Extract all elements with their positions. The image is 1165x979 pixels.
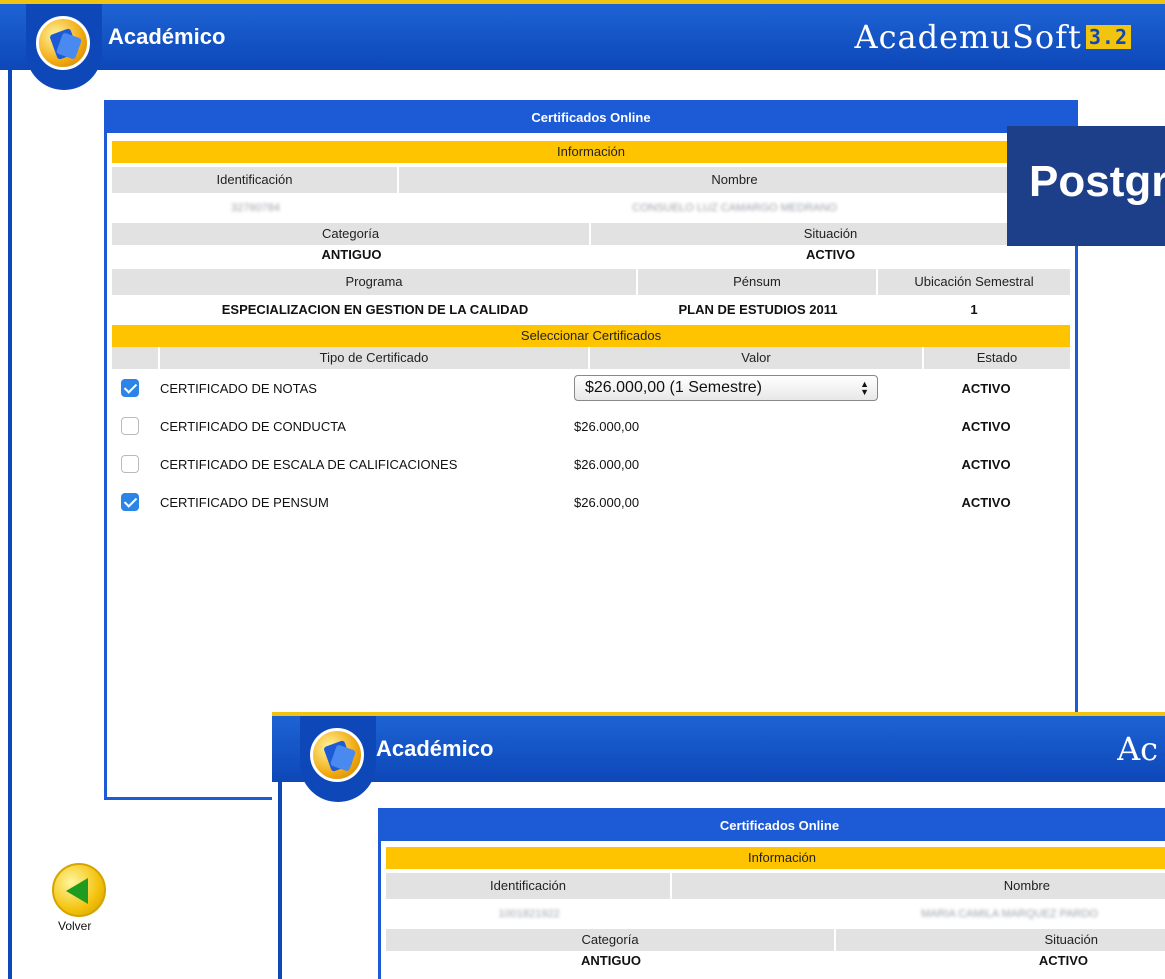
certificate-list: CERTIFICADO DE NOTAS $26.000,00 (1 Semes… <box>112 369 1070 521</box>
header-valor: Valor <box>590 347 924 369</box>
second-frame-line <box>278 782 282 979</box>
second-value-identificacion: 1001821922 <box>498 908 560 920</box>
second-value-row-2: ANTIGUO ACTIVO <box>386 951 1165 971</box>
second-value-nombre: MARIA CAMILA MARQUEZ PARDO <box>920 908 1098 920</box>
certificate-state: ACTIVO <box>961 494 1011 510</box>
value-row-3: ESPECIALIZACION EN GESTION DE LA CALIDAD… <box>112 295 1070 325</box>
second-header-row-2: Categoría Situación <box>386 929 1165 951</box>
value-categoria: ANTIGUO <box>321 247 382 262</box>
postgrado-banner: Postgrado <box>1007 126 1165 246</box>
brand-logo: AcademuSoft 3.2 <box>854 18 1131 56</box>
info-bar: Información <box>112 141 1070 163</box>
select-certificates-bar: Seleccionar Certificados <box>112 325 1070 347</box>
left-frame-line <box>8 70 12 979</box>
second-info-bar: Información <box>386 847 1165 869</box>
certificate-checkbox[interactable] <box>121 455 139 473</box>
value-pensum: PLAN DE ESTUDIOS 2011 <box>678 302 838 317</box>
certificate-state: ACTIVO <box>961 456 1011 472</box>
panel-title: Certificados Online <box>107 103 1075 133</box>
certificate-type: CERTIFICADO DE CONDUCTA <box>160 418 346 434</box>
header-tipo: Tipo de Certificado <box>160 347 590 369</box>
brand-name: AcademuSoft <box>854 18 1082 56</box>
academico-logo[interactable] <box>26 4 102 90</box>
certificados-panel: Certificados Online Información Identifi… <box>104 100 1078 800</box>
value-nombre: CONSUELO LUZ CAMARGO MEDRANO <box>632 202 837 214</box>
certificate-row: CERTIFICADO DE CONDUCTA $26.000,00 ACTIV… <box>112 407 1070 445</box>
app-title: Académico <box>108 24 226 49</box>
certificate-value: $26.000,00 <box>574 494 640 510</box>
header-row-1: Identificación Nombre <box>112 167 1070 193</box>
volver-label[interactable]: Volver <box>58 919 91 933</box>
certificate-type: CERTIFICADO DE NOTAS <box>160 380 317 396</box>
back-arrow-icon[interactable] <box>52 863 106 917</box>
second-panel: Certificados Online Información Identifi… <box>378 808 1165 979</box>
certificate-state: ACTIVO <box>961 418 1011 434</box>
second-header-nombre: Nombre <box>1003 878 1050 893</box>
header-row-3: Programa Pénsum Ubicación Semestral <box>112 269 1070 295</box>
header-identificacion: Identificación <box>112 167 399 193</box>
value-ubicacion: 1 <box>970 302 978 317</box>
certificate-checkbox[interactable] <box>121 493 139 511</box>
certificate-value: $26.000,00 <box>574 418 640 434</box>
header-row-2: Categoría Situación <box>112 223 1070 245</box>
book-icon <box>36 16 90 70</box>
value-situacion: ACTIVO <box>805 247 856 262</box>
header-ubicacion: Ubicación Semestral <box>914 274 1034 289</box>
cert-header-row: Tipo de Certificado Valor Estado <box>112 347 1070 369</box>
second-value-row-1: 1001821922 MARIA CAMILA MARQUEZ PARDO <box>386 899 1165 929</box>
app-header: Académico AcademuSoft 3.2 <box>0 0 1165 70</box>
select-arrows-icon: ▲ ▼ <box>860 379 869 397</box>
valor-select[interactable]: $26.000,00 (1 Semestre) ▲ ▼ <box>574 375 878 401</box>
second-header-row-1: Identificación Nombre <box>386 873 1165 899</box>
value-programa: ESPECIALIZACION EN GESTION DE LA CALIDAD <box>221 302 529 317</box>
header-estado: Estado <box>976 350 1018 365</box>
second-app-title: Académico <box>376 736 494 761</box>
certificate-row: CERTIFICADO DE PENSUM $26.000,00 ACTIVO <box>112 483 1070 521</box>
second-panel-title: Certificados Online <box>381 811 1165 841</box>
second-header-categoria: Categoría <box>386 929 836 951</box>
certificate-row: CERTIFICADO DE ESCALA DE CALIFICACIONES … <box>112 445 1070 483</box>
second-screenshot: Académico Ac Certificados Online Informa… <box>272 712 1165 979</box>
certificate-type: CERTIFICADO DE ESCALA DE CALIFICACIONES <box>160 456 458 472</box>
header-nombre: Nombre <box>711 172 758 187</box>
header-programa: Programa <box>112 269 638 295</box>
value-row-2: ANTIGUO ACTIVO <box>112 245 1070 265</box>
header-situacion: Situación <box>803 226 858 241</box>
book-icon <box>310 728 364 782</box>
header-categoria: Categoría <box>112 223 591 245</box>
valor-select-value: $26.000,00 (1 Semestre) <box>585 379 762 396</box>
second-brand: Ac <box>1117 730 1159 768</box>
value-identificacion: 32760784 <box>231 202 280 214</box>
second-header-identificacion: Identificación <box>386 873 672 899</box>
header-pensum: Pénsum <box>638 269 878 295</box>
second-value-categoria: ANTIGUO <box>581 953 641 968</box>
certificate-type: CERTIFICADO DE PENSUM <box>160 494 329 510</box>
second-header-situacion: Situación <box>1044 932 1098 947</box>
certificate-state: ACTIVO <box>961 380 1011 396</box>
second-app-header: Académico Ac <box>272 712 1165 782</box>
certificate-checkbox[interactable] <box>121 379 139 397</box>
certificate-checkbox[interactable] <box>121 417 139 435</box>
second-value-situacion: ACTIVO <box>1038 953 1088 968</box>
second-academico-logo[interactable] <box>300 716 376 802</box>
brand-version: 3.2 <box>1085 25 1131 49</box>
value-row-1: 32760784 CONSUELO LUZ CAMARGO MEDRANO <box>112 193 1070 223</box>
certificate-value: $26.000,00 <box>574 456 640 472</box>
certificate-row: CERTIFICADO DE NOTAS $26.000,00 (1 Semes… <box>112 369 1070 407</box>
page: Académico AcademuSoft 3.2 Certificados On… <box>0 0 1165 979</box>
